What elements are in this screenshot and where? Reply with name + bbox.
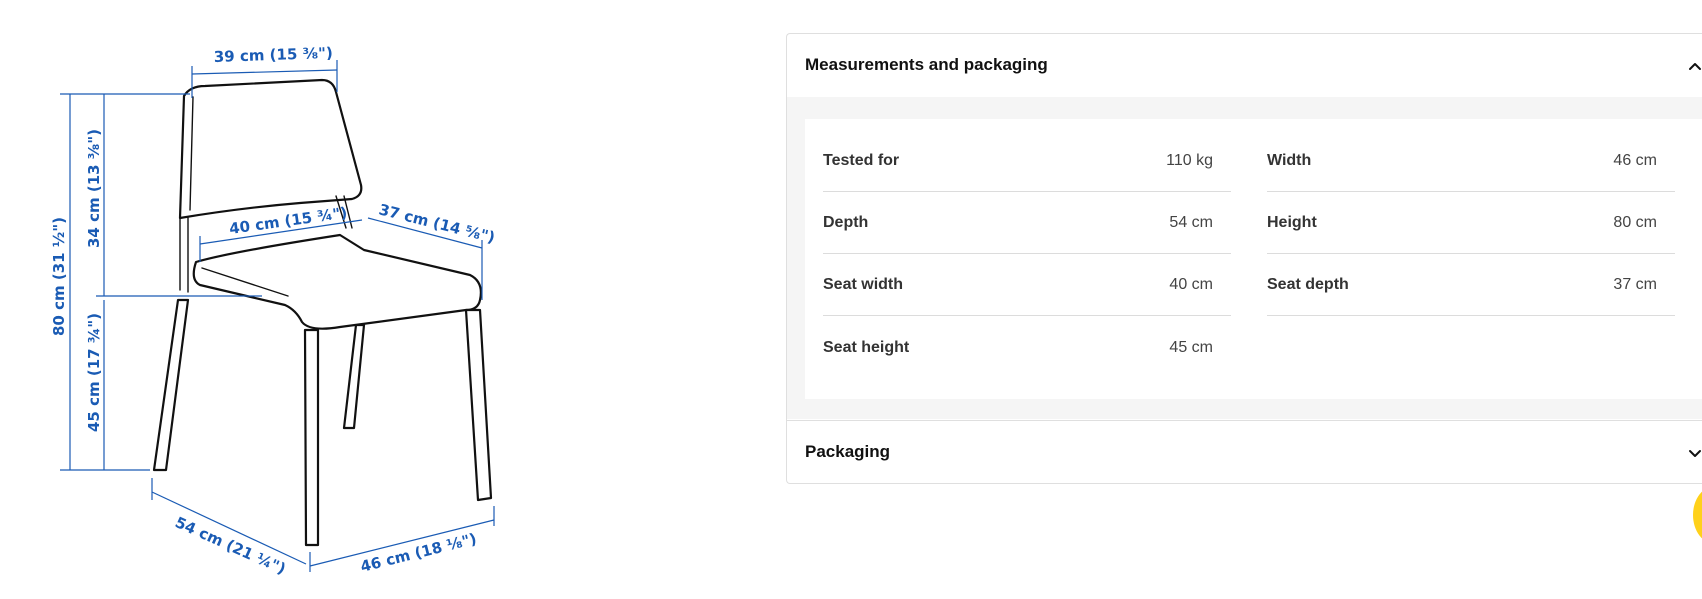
row-seat-height: Seat height 45 cm [823,317,1231,378]
row-value: 37 cm [1613,276,1657,293]
row-seat-width: Seat width 40 cm [823,255,1231,316]
depth-label: 54 cm (21 ¼") [172,513,288,578]
measurements-table: Tested for 110 kg Width 46 cm Depth 54 c… [805,119,1702,399]
row-value: 110 kg [1166,152,1213,169]
measurements-accordion: Measurements and packaging Tested for 11… [786,33,1702,484]
row-label: Seat width [823,276,904,293]
row-label: Width [1267,152,1312,169]
back-height-label: 34 cm (13 ⅜") [85,129,103,248]
row-value: 80 cm [1613,214,1657,231]
measurements-header[interactable]: Measurements and packaging [787,34,1702,96]
packaging-header[interactable]: Packaging [787,420,1702,482]
chair-illustration [152,78,493,547]
row-label: Height [1267,214,1317,231]
help-chat-button[interactable] [1693,486,1702,544]
row-label: Seat depth [1267,276,1349,293]
packaging-title: Packaging [805,441,891,461]
row-tested-for: Tested for 110 kg [823,131,1231,192]
row-value: 54 cm [1169,214,1213,231]
chevron-up-icon[interactable] [1687,58,1702,74]
row-depth: Depth 54 cm [823,193,1231,254]
row-value: 45 cm [1169,338,1213,356]
row-value: 40 cm [1169,276,1213,293]
total-height-label: 80 cm (31 ½") [50,217,68,336]
row-label: Seat height [823,338,910,356]
row-label: Tested for [823,152,900,169]
chevron-down-icon[interactable] [1687,445,1702,461]
row-value: 46 cm [1613,152,1657,169]
row-height: Height 80 cm [1267,193,1675,254]
back-width-label: 39 cm (15 ⅜") [214,44,334,66]
measurements-body: Tested for 110 kg Width 46 cm Depth 54 c… [787,97,1702,419]
chair-dimension-diagram: 39 cm (15 ⅜") 80 cm (31 ½") 34 cm (13 ⅜"… [0,0,780,599]
measurements-title: Measurements and packaging [805,55,1048,74]
row-seat-depth: Seat depth 37 cm [1267,255,1675,316]
seat-depth-label: 37 cm (14 ⅝") [377,200,497,246]
row-label: Depth [823,214,869,231]
width-label: 46 cm (18 ⅛") [359,530,479,576]
row-width: Width 46 cm [1267,131,1675,192]
seat-height-label: 45 cm (17 ¾") [85,313,103,432]
